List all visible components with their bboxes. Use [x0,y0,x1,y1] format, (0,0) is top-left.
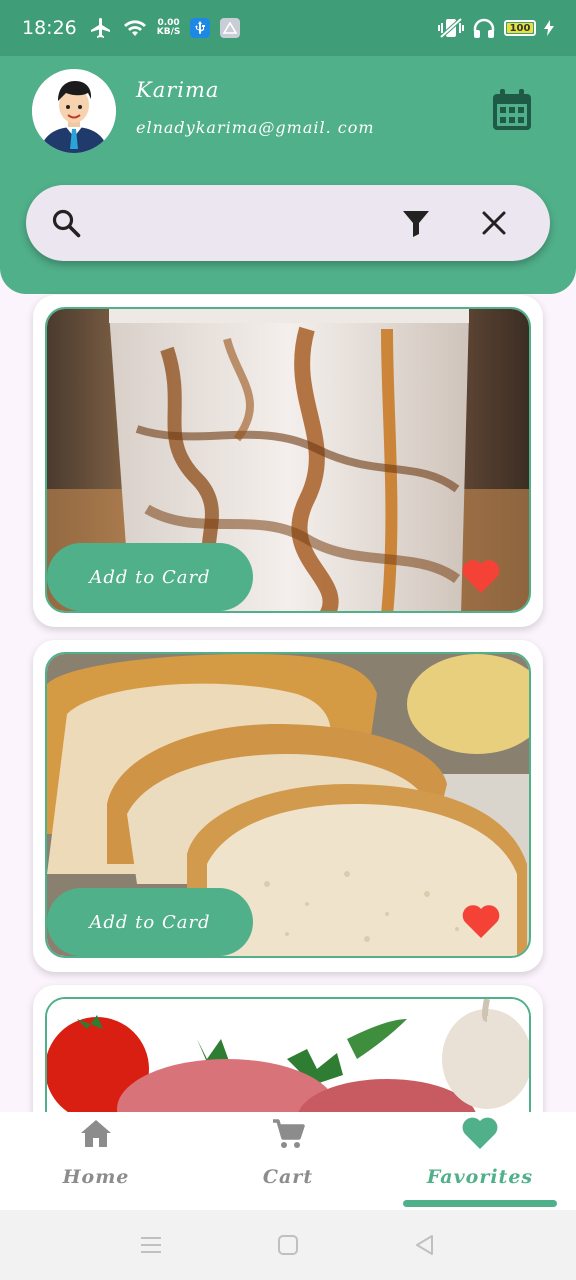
user-name: Karima [136,78,220,102]
cart-icon [273,1119,305,1148]
nav-label-home: Home [62,1166,130,1188]
usb-icon [190,18,211,38]
speed-unit: KB/S [156,27,181,37]
favorite-heart-icon[interactable] [461,559,501,595]
network-speed: 0.00 KB/S [157,19,181,37]
status-bar: 18:26 0.00 KB/S 100 [0,0,576,56]
headphones-icon [473,18,495,38]
airplane-icon [90,18,110,38]
add-to-cart-button[interactable]: Add to Card [47,543,253,611]
avatar[interactable] [32,69,116,153]
battery-level: 100 [509,22,531,34]
drive-icon [220,18,241,38]
status-left-icons: 0.00 KB/S [89,16,241,40]
search-input[interactable] [96,203,396,243]
nav-item-cart[interactable]: Cart [192,1112,384,1210]
screen: 18:26 0.00 KB/S 100 Karima elnadykarima@… [0,0,576,1280]
add-to-cart-button[interactable]: Add to Card [47,888,253,956]
charging-icon [544,20,554,36]
filter-icon[interactable] [400,207,432,239]
nav-item-favorites[interactable]: Favorites [384,1112,576,1210]
status-right-icons: 100 [438,17,554,39]
close-icon[interactable] [478,207,510,239]
profile-header: Karima elnadykarima@gmail. com [0,56,576,294]
system-navigation-bar [0,1210,576,1280]
nav-item-home[interactable]: Home [0,1112,192,1210]
home-icon [81,1120,111,1147]
status-time: 18:26 [22,17,77,39]
search-bar [26,185,550,261]
back-icon[interactable] [412,1232,438,1258]
heart-icon [462,1117,498,1149]
product-card: Add to Card [33,640,543,972]
favorite-heart-icon[interactable] [461,904,501,940]
product-card: Add to Card [33,295,543,627]
calendar-icon[interactable] [490,88,534,132]
user-email: elnadykarima@gmail. com [136,118,375,137]
wifi-icon [123,20,146,36]
bottom-navigation: Home Cart Favorites [0,1112,576,1210]
vibrate-icon [438,17,464,39]
active-tab-indicator [403,1200,557,1207]
home-button-icon[interactable] [275,1232,301,1258]
search-icon[interactable] [50,207,82,239]
nav-label-cart: Cart [262,1166,314,1188]
nav-label-favorites: Favorites [426,1166,534,1188]
battery-icon: 100 [504,20,536,36]
menu-icon[interactable] [138,1232,164,1258]
